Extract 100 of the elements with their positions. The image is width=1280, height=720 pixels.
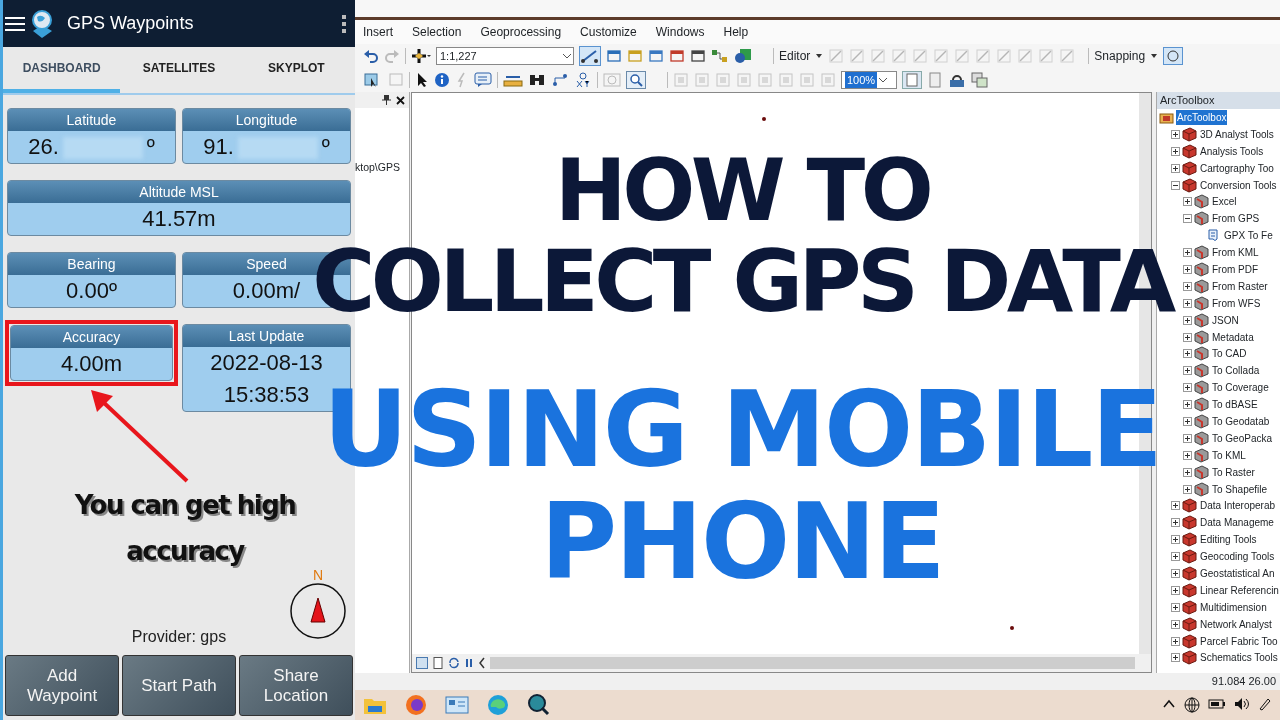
stacked-pages-icon[interactable] <box>971 72 989 88</box>
window-icon[interactable] <box>648 48 664 64</box>
collapse-box-icon[interactable] <box>1183 214 1192 224</box>
undo-icon[interactable] <box>363 48 379 64</box>
tree-item[interactable]: From Raster <box>1211 278 1269 294</box>
expand-box-icon[interactable] <box>1171 146 1180 156</box>
tree-item[interactable]: Geocoding Tools <box>1199 549 1276 565</box>
menu-item[interactable]: Selection <box>412 23 462 41</box>
tree-item[interactable]: To CAD <box>1211 346 1248 362</box>
tree-item[interactable]: To Collada <box>1211 363 1261 379</box>
tree-item[interactable]: Parcel Fabric Too <box>1199 633 1279 649</box>
menu-icon[interactable] <box>5 15 25 32</box>
magnifier-window-icon[interactable] <box>626 71 646 89</box>
tree-item[interactable]: Cartography Too <box>1199 160 1275 176</box>
time-slider-icon[interactable] <box>603 72 621 88</box>
tree-item[interactable]: To Geodatab <box>1211 413 1271 429</box>
expand-box-icon[interactable] <box>1183 433 1192 443</box>
expand-box-icon[interactable] <box>1171 585 1180 595</box>
menu-item[interactable]: Insert <box>363 23 393 41</box>
tab[interactable]: SATELLITES <box>120 47 238 93</box>
tree-item[interactable]: Network Analyst <box>1199 616 1273 632</box>
expand-box-icon[interactable] <box>1183 349 1192 359</box>
expand-box-icon[interactable] <box>1171 501 1180 511</box>
popup-icon[interactable] <box>474 72 492 88</box>
tree-item[interactable]: From PDF <box>1211 261 1260 277</box>
pen-icon[interactable] <box>1258 697 1272 711</box>
tree-item[interactable]: From GPS <box>1211 211 1261 227</box>
expand-box-icon[interactable] <box>1171 163 1180 173</box>
collapse-box-icon[interactable] <box>1171 180 1180 190</box>
expand-box-icon[interactable] <box>1171 636 1180 646</box>
pause-icon[interactable] <box>464 657 474 669</box>
expand-box-icon[interactable] <box>1183 332 1192 342</box>
expand-box-icon[interactable] <box>1183 484 1192 494</box>
expand-box-icon[interactable] <box>1183 416 1192 426</box>
tree-item[interactable]: To GeoPacka <box>1211 430 1274 446</box>
tab[interactable]: SKYPLOT <box>237 47 355 93</box>
tree-item[interactable]: Geostatistical An <box>1199 566 1276 581</box>
expand-box-icon[interactable] <box>1183 248 1192 258</box>
menu-item[interactable]: Windows <box>655 23 705 41</box>
snapping-menu[interactable]: Snapping <box>1094 47 1146 65</box>
refresh-icon[interactable] <box>448 657 460 669</box>
tree-item[interactable]: Multidimension <box>1199 599 1268 615</box>
battery-icon[interactable] <box>1208 697 1226 711</box>
window-icon[interactable] <box>690 48 706 64</box>
tree-item[interactable]: Schematics Tools <box>1199 650 1279 666</box>
tree-item[interactable]: Editing Tools <box>1199 532 1258 548</box>
tree-item[interactable]: To dBASE <box>1211 397 1259 413</box>
zoom-field[interactable]: 100% <box>841 71 897 89</box>
speaker-icon[interactable] <box>1234 697 1250 711</box>
tree-item[interactable]: 3D Analyst Tools <box>1199 126 1275 142</box>
expand-box-icon[interactable] <box>1183 383 1192 393</box>
tree-item[interactable]: Analysis Tools <box>1199 143 1265 159</box>
expand-box-icon[interactable] <box>1183 366 1192 376</box>
tree-item[interactable]: To Shapefile <box>1211 481 1269 497</box>
window-icon[interactable] <box>669 48 685 64</box>
close-icon[interactable] <box>396 95 405 105</box>
action-button[interactable]: Add Waypoint <box>5 655 119 716</box>
expand-box-icon[interactable] <box>1183 264 1192 274</box>
layout-view-icon[interactable] <box>432 657 444 669</box>
tree-item[interactable]: To Coverage <box>1211 380 1270 396</box>
expand-box-icon[interactable] <box>1183 467 1192 477</box>
globe-magnifier-icon[interactable] <box>527 693 551 717</box>
route-icon[interactable] <box>551 72 569 88</box>
edit-vertices-icon[interactable] <box>579 46 601 66</box>
expand-box-icon[interactable] <box>1171 619 1180 629</box>
kebab-menu-icon[interactable] <box>341 13 347 34</box>
tree-item[interactable]: Data Interoperab <box>1199 498 1277 514</box>
expand-box-icon[interactable] <box>1171 518 1180 528</box>
plus-icon[interactable] <box>411 48 431 64</box>
go-to-xy-icon[interactable] <box>574 72 592 88</box>
expand-box-icon[interactable] <box>1171 552 1180 562</box>
editor-menu[interactable]: Editor <box>779 47 811 65</box>
info-icon[interactable] <box>434 72 450 88</box>
tree-item[interactable]: ArcToolbox <box>1176 109 1228 125</box>
expand-box-icon[interactable] <box>1183 400 1192 410</box>
tree-item[interactable]: Excel <box>1211 194 1238 210</box>
globe-icon[interactable] <box>1184 697 1200 713</box>
tree-item[interactable]: GPX To Fe <box>1223 228 1274 244</box>
tree-item[interactable]: Linear Referencin <box>1199 582 1280 598</box>
tree-item[interactable]: Conversion Tools <box>1199 177 1278 193</box>
expand-box-icon[interactable] <box>1183 450 1192 460</box>
expand-box-icon[interactable] <box>1183 281 1192 291</box>
scale-field[interactable]: 1:1,227 <box>436 47 574 65</box>
tree-item[interactable]: From WFS <box>1211 295 1262 311</box>
data-view-icon[interactable] <box>416 657 428 669</box>
expand-box-icon[interactable] <box>1171 653 1180 663</box>
connector-icon[interactable] <box>711 48 729 64</box>
fox-globe-icon[interactable] <box>405 694 427 716</box>
expand-box-icon[interactable] <box>1171 535 1180 545</box>
action-button[interactable]: Start Path <box>122 655 236 716</box>
tree-item[interactable]: Metadata <box>1211 329 1255 345</box>
window-icon[interactable] <box>606 48 622 64</box>
expand-box-icon[interactable] <box>1183 298 1192 308</box>
horizontal-scrollbar[interactable] <box>490 657 1135 669</box>
tree-item[interactable]: Data Manageme <box>1199 515 1275 531</box>
chevron-left-icon[interactable] <box>478 657 486 669</box>
expand-box-icon[interactable] <box>1183 315 1192 325</box>
menu-item[interactable]: Help <box>723 23 749 41</box>
expand-box-icon[interactable] <box>1183 197 1192 207</box>
control-panel-icon[interactable] <box>445 694 469 716</box>
